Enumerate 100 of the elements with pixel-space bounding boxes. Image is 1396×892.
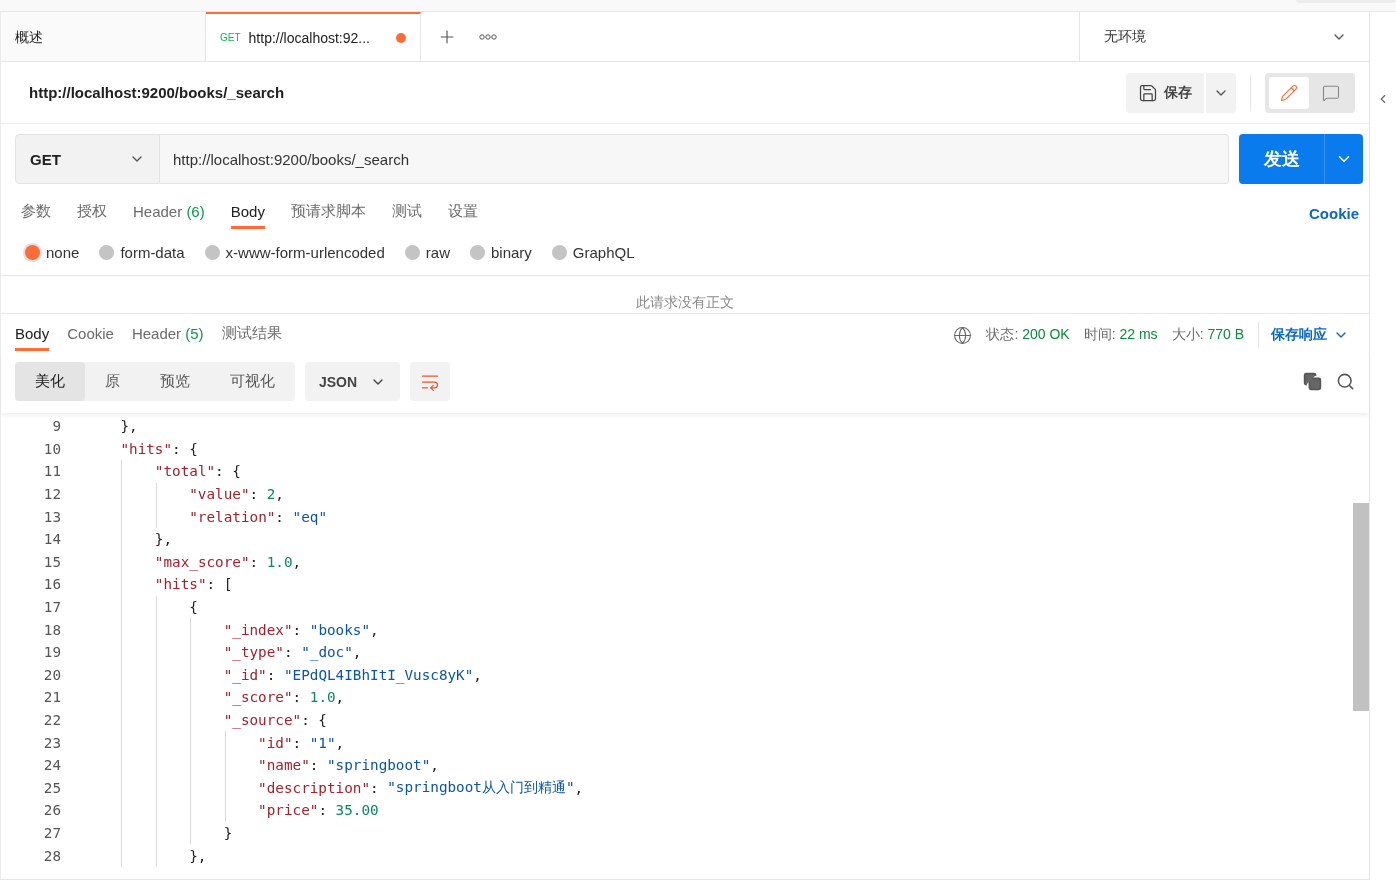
body-type-radio[interactable]: raw [404,244,450,261]
json-key: "id" [258,734,293,751]
radio-dot[interactable] [99,245,115,260]
json-punctuation: , [574,779,584,796]
request-option-tab[interactable]: 授权 [77,196,107,230]
request-option-tab[interactable]: Body [230,197,265,229]
edit-pencil-icon[interactable] [1269,76,1309,109]
json-punctuation: }, [120,418,138,435]
body-type-radio[interactable]: none [25,244,80,261]
line-number: 20 [42,666,61,683]
radio-dot[interactable] [204,245,220,260]
line-number: 18 [42,621,61,638]
view-mode-button[interactable]: 原 [85,362,140,401]
json-punctuation: }, [189,847,207,864]
view-mode-button[interactable]: 可视化 [210,362,295,401]
json-number: 35.00 [335,802,379,819]
more-icon[interactable] [479,33,497,40]
response-tab[interactable]: Body [15,319,50,351]
radio-label: form-data [120,244,185,261]
line-number: 9 [51,418,61,435]
response-meta: 大小: 770 B [1171,326,1244,344]
json-key: "max_score" [154,553,250,570]
line-number: 26 [42,802,61,819]
json-string: "books" [309,621,371,638]
radio-dot[interactable] [469,245,485,260]
copy-icon[interactable] [1303,372,1322,391]
json-number: 2 [266,486,276,503]
json-punctuation: : [249,486,260,503]
line-number: 19 [42,644,61,661]
line-number: 28 [42,847,61,864]
request-option-tab[interactable]: Header (6) [133,197,205,229]
search-icon[interactable] [1336,372,1355,391]
json-key: "_id" [223,666,267,683]
body-type-radio[interactable]: form-data [99,244,185,261]
json-punctuation: : [292,734,303,751]
json-punctuation: , [370,621,379,638]
json-number: 1.0 [309,689,336,706]
save-menu-button[interactable] [1206,72,1236,113]
line-number: 12 [42,486,61,503]
json-punctuation: : { [215,463,241,480]
globe-icon[interactable] [953,325,973,345]
view-mode-button[interactable]: 预览 [140,362,210,401]
request-tab[interactable]: 概述 [1,12,206,61]
radio-label: binary [490,244,532,261]
line-number: 27 [42,825,61,841]
line-number: 11 [42,463,61,480]
environment-select[interactable]: 无环境 [1079,12,1369,61]
method-select[interactable]: GET [15,134,160,184]
cookie-link[interactable]: Cookie [1309,204,1359,222]
json-punctuation: : [249,553,260,570]
url-field[interactable]: http://localhost:9200/books/_search [160,134,1229,184]
format-select[interactable]: JSON [305,362,400,401]
view-mode-button[interactable]: 美化 [15,362,85,401]
save-response-button[interactable]: 保存响应 [1258,322,1349,348]
json-punctuation: : [318,802,328,819]
response-tab[interactable]: 测试结果 [221,318,282,352]
json-punctuation: , [430,757,439,774]
response-meta: 状态: 200 OK [986,326,1070,344]
json-punctuation: : [275,508,285,525]
json-string: "_doc" [301,644,353,661]
request-option-tab[interactable]: 设置 [447,196,478,230]
radio-dot[interactable] [25,245,40,260]
body-type-radio[interactable]: binary [469,244,532,261]
method-label: GET [220,32,241,43]
json-key: "_score" [223,689,293,706]
save-button[interactable]: 保存 [1126,72,1204,113]
json-punctuation: , [473,666,482,683]
empty-body-message: 此请求没有正文 [636,294,734,312]
request-option-tab[interactable]: 测试 [391,196,422,230]
body-type-radio[interactable]: GraphQL [551,244,635,261]
wrap-lines-icon[interactable] [410,362,450,401]
json-key: "_type" [223,644,284,661]
line-number: 23 [42,734,61,751]
json-punctuation: , [275,486,284,503]
line-number: 17 [42,599,61,616]
json-key: "hits" [120,440,173,457]
json-string: "eq" [292,508,327,525]
json-number: 1.0 [266,553,293,570]
line-number: 10 [42,440,61,457]
radio-dot[interactable] [551,245,567,260]
json-key: "_index" [223,621,293,638]
radio-dot[interactable] [404,245,420,260]
line-number: 15 [42,553,61,570]
json-punctuation: { [189,599,198,616]
json-punctuation: : { [172,440,198,457]
json-punctuation: , [352,644,362,661]
json-punctuation: : [292,689,303,706]
request-option-tab[interactable]: 预请求脚本 [290,196,366,230]
response-tab[interactable]: Cookie [67,319,114,351]
line-number: 16 [42,576,61,593]
request-option-tab[interactable]: 参数 [21,196,51,230]
json-punctuation: , [335,734,345,751]
tab-label: 概述 [15,28,43,47]
json-punctuation: : [370,779,380,796]
json-punctuation: : [309,757,320,774]
request-tab[interactable]: GET http://localhost:92... [206,12,421,61]
tab-label: http://localhost:92... [248,29,370,46]
scrollbar-thumb[interactable] [1353,503,1369,711]
json-punctuation: } [223,825,233,841]
response-tab[interactable]: Header (5) [131,319,204,351]
